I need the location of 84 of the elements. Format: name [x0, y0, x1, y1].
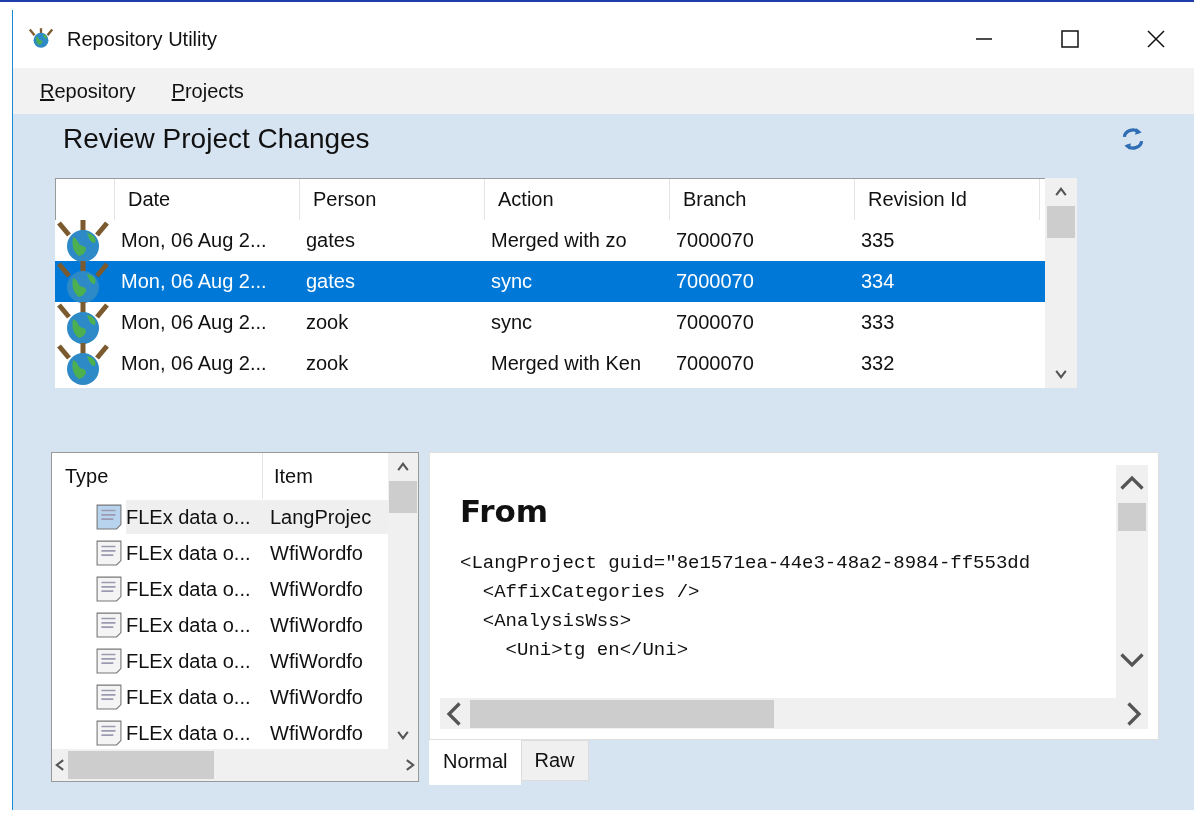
table-cell-text: zook: [305, 352, 350, 375]
table-cell-text: FLEx data o...: [126, 649, 252, 673]
table-cell-text: zook: [305, 311, 350, 334]
list-row[interactable]: FLEx data o... WfiWordfo: [126, 644, 388, 678]
list-row[interactable]: FLEx data o... LangProjec: [126, 500, 388, 534]
table-cell: WfiWordfo: [270, 541, 363, 565]
column-header[interactable]: Action: [485, 179, 670, 220]
column-header[interactable]: Person: [300, 179, 485, 220]
vertical-scrollbar[interactable]: [1116, 465, 1148, 698]
code-line: <AffixCategories />: [481, 580, 701, 605]
table-cell-text: Mon, 06 Aug 2...: [120, 229, 268, 252]
document-icon: [96, 503, 122, 531]
scrollbar-thumb[interactable]: [470, 699, 774, 728]
code-line: <LangProject guid="8e1571ea-44e3-48a2-8984-ff553dd: [460, 551, 1032, 576]
code-line: <Uni>tg en</Uni>: [504, 638, 690, 663]
refresh-icon[interactable]: [1120, 125, 1146, 153]
document-icon: [96, 647, 122, 675]
document-icon: [96, 719, 122, 747]
table-cell-text: 334: [860, 270, 896, 293]
document-icon: [96, 611, 122, 639]
document-icon: [96, 575, 122, 603]
close-icon[interactable]: [1146, 29, 1166, 49]
table-cell-text: FLEx data o...: [126, 613, 252, 637]
table-cell-text: FLEx data o...: [126, 577, 252, 601]
scrollbar-thumb[interactable]: [1118, 503, 1146, 531]
view-tab[interactable]: Raw: [521, 740, 590, 781]
table-cell-text: gates: [305, 270, 356, 293]
column-header[interactable]: Revision Id: [855, 179, 1040, 220]
list-row[interactable]: FLEx data o... WfiWordfo: [126, 680, 388, 714]
page-heading: Review Project Changes: [63, 123, 370, 155]
scrollbar-thumb[interactable]: [389, 481, 417, 513]
menu-item[interactable]: Projects: [171, 79, 244, 103]
column-header[interactable]: Date: [115, 179, 300, 220]
table-cell-text: FLEx data o...: [126, 505, 252, 529]
table-row[interactable]: Mon, 06 Aug 2... gates Merged with zo 7000070 335: [55, 220, 1045, 261]
table-cell-text: FLEx data o...: [126, 721, 252, 745]
vertical-scrollbar[interactable]: [1045, 178, 1077, 388]
list-row[interactable]: FLEx data o... WfiWordfo: [126, 608, 388, 642]
table-cell-text: 7000070: [675, 311, 755, 334]
column-header[interactable]: Item: [263, 453, 313, 499]
table-cell-text: Mon, 06 Aug 2...: [120, 352, 268, 375]
table-cell-text: 335: [860, 229, 896, 252]
window-title: Repository Utility: [67, 27, 218, 51]
table-cell-text: 333: [860, 311, 896, 334]
table-cell: WfiWordfo: [270, 721, 363, 745]
vertical-scrollbar[interactable]: [388, 453, 418, 749]
horizontal-scrollbar[interactable]: [440, 698, 1148, 729]
list-row[interactable]: FLEx data o... WfiWordfo: [126, 716, 388, 749]
table-cell: WfiWordfo: [270, 649, 363, 673]
menu-item[interactable]: Repository: [40, 79, 136, 103]
column-header[interactable]: Type: [52, 453, 263, 499]
table-cell-text: FLEx data o...: [126, 685, 252, 709]
table-row[interactable]: Mon, 06 Aug 2... gates sync 7000070 334: [55, 261, 1045, 302]
table-cell: WfiWordfo: [270, 685, 363, 709]
table-cell: WfiWordfo: [270, 613, 363, 637]
view-tab[interactable]: Normal: [429, 740, 522, 785]
table-cell: WfiWordfo: [270, 577, 363, 601]
scrollbar-thumb[interactable]: [68, 751, 214, 779]
table-cell-text: sync: [490, 270, 534, 293]
scrollbar-thumb[interactable]: [1047, 206, 1075, 238]
table-cell-text: 7000070: [675, 270, 755, 293]
table-cell-text: FLEx data o...: [126, 541, 252, 565]
table-row[interactable]: Mon, 06 Aug 2... zook Merged with Ken 7000070 332: [55, 343, 1045, 384]
table-cell-text: sync: [490, 311, 534, 334]
globe-icon: [27, 26, 55, 50]
document-icon: [96, 683, 122, 711]
table-cell: LangProjec: [270, 505, 372, 529]
table-cell-text: gates: [305, 229, 356, 252]
table-cell-text: Mon, 06 Aug 2...: [120, 270, 268, 293]
table-cell-text: Merged with Ken: [490, 352, 643, 375]
document-icon: [96, 539, 122, 567]
table-cell-text: Merged with zo: [490, 229, 628, 252]
diff-heading: From: [460, 493, 550, 531]
code-line: <AnalysisWss>: [481, 609, 633, 634]
table-cell-text: 332: [860, 352, 896, 375]
list-row[interactable]: FLEx data o... WfiWordfo: [126, 536, 388, 570]
table-cell-text: 7000070: [675, 352, 755, 375]
maximize-icon[interactable]: [1060, 29, 1080, 49]
table-cell-text: Mon, 06 Aug 2...: [120, 311, 268, 334]
column-header[interactable]: Branch: [670, 179, 855, 220]
table-cell-text: 7000070: [675, 229, 755, 252]
list-row[interactable]: FLEx data o... WfiWordfo: [126, 572, 388, 606]
horizontal-scrollbar[interactable]: [52, 749, 418, 781]
table-row[interactable]: Mon, 06 Aug 2... zook sync 7000070 333: [55, 302, 1045, 343]
